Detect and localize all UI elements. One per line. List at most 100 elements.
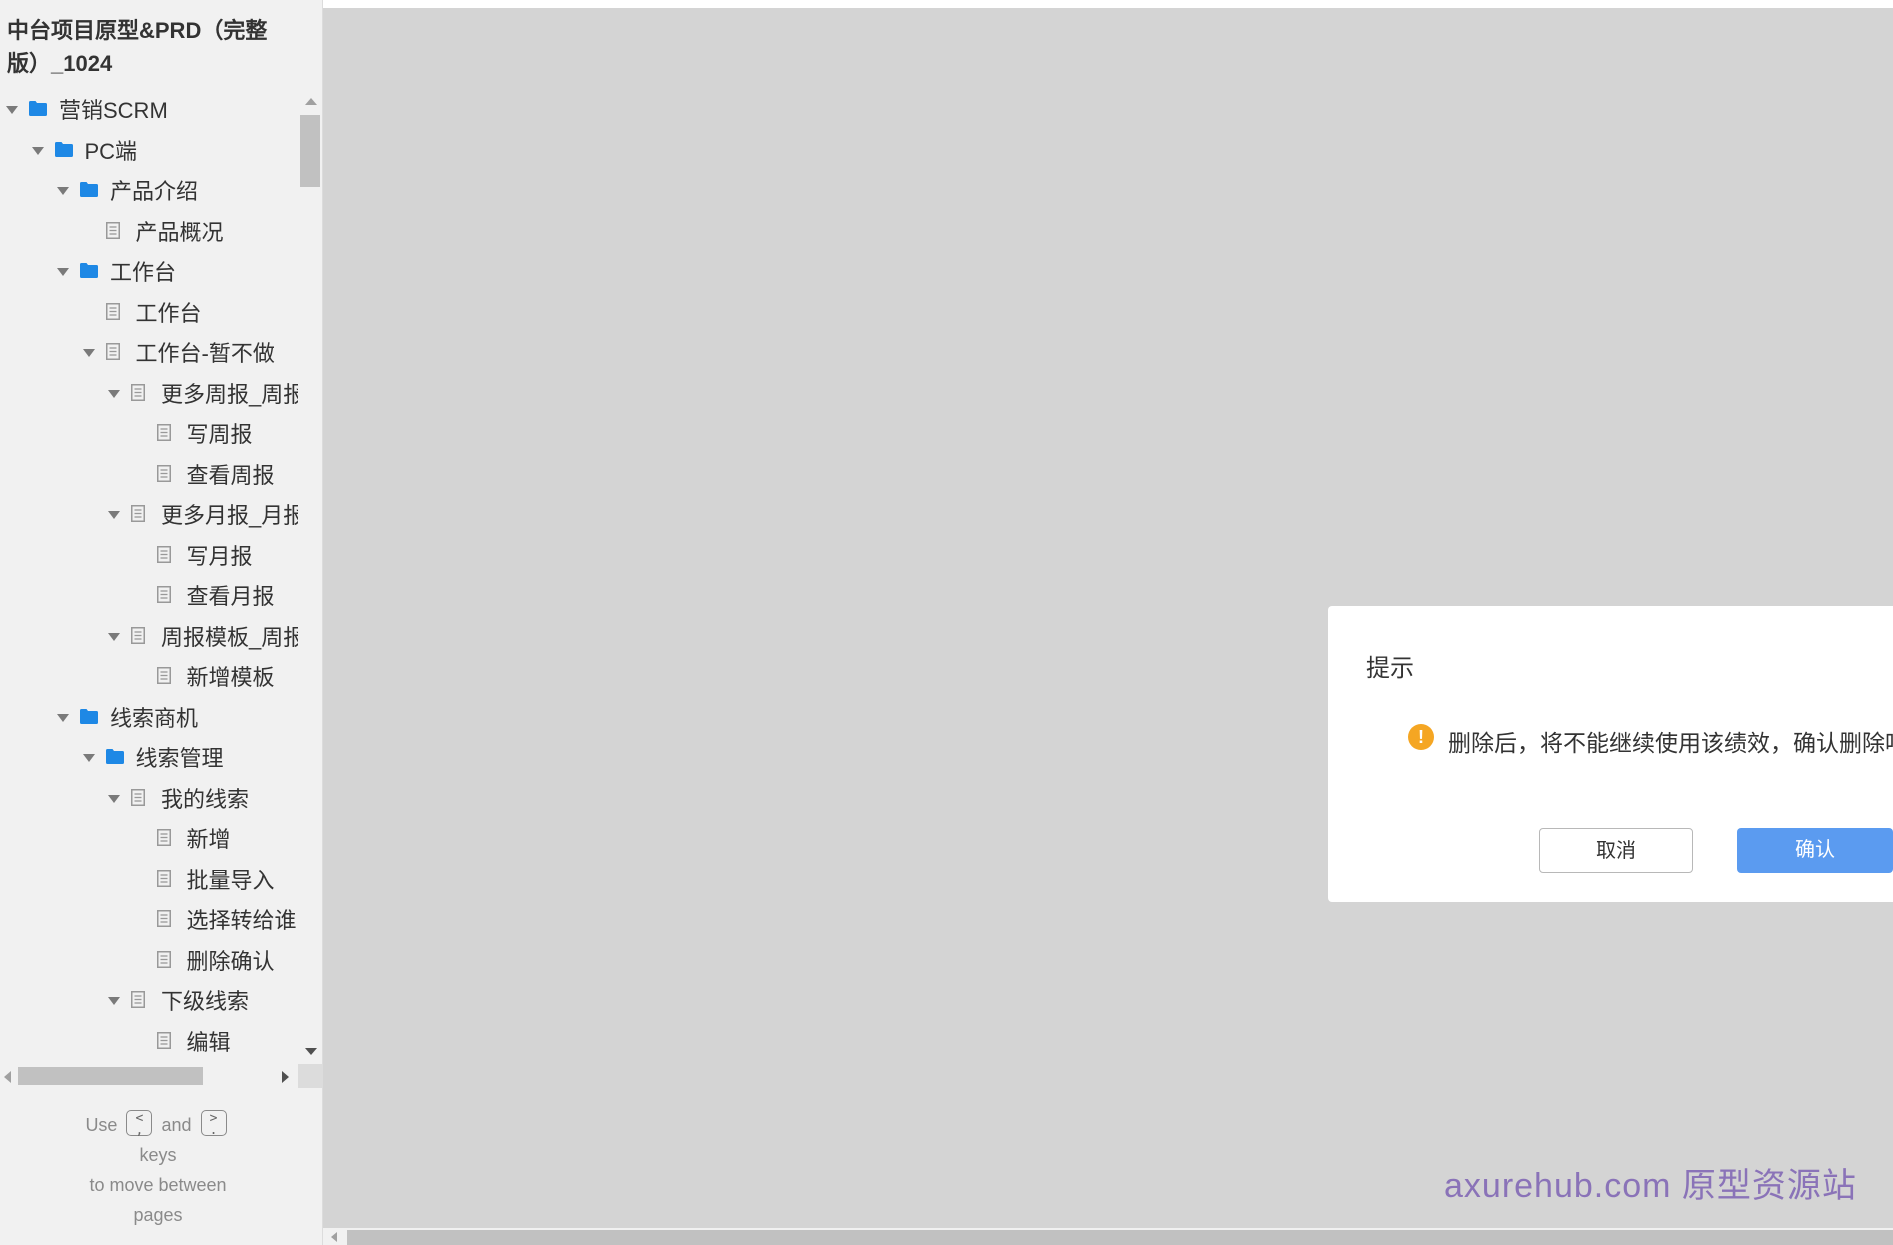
scroll-right-arrow-icon[interactable]	[282, 1071, 289, 1083]
expand-arrow-icon[interactable]	[108, 390, 120, 398]
tree-horizontal-scrollbar[interactable]	[0, 1064, 322, 1088]
sitemap-tree-item[interactable]: 查看周报	[0, 455, 298, 495]
folder-icon	[29, 101, 47, 116]
prev-key-icon: <,	[126, 1110, 153, 1137]
scroll-left-arrow-icon[interactable]	[4, 1071, 11, 1083]
sitemap-tree-item[interactable]: 产品概况	[0, 212, 298, 252]
sitemap-tree-item[interactable]: 工作台-暂不做	[0, 333, 298, 373]
hint-use-text: Use	[85, 1115, 118, 1135]
sitemap-item-label: 工作台-暂不做	[135, 341, 275, 366]
sitemap-tree-item[interactable]: 更多周报_周报	[0, 374, 298, 414]
expand-arrow-icon[interactable]	[57, 187, 69, 195]
sitemap-item-label: 新增模板	[186, 665, 275, 690]
hint-move-text: to move between	[89, 1175, 227, 1195]
expand-arrow-icon[interactable]	[82, 754, 95, 762]
folder-icon	[80, 182, 98, 197]
sitemap-tree-item[interactable]: 线索管理	[0, 738, 298, 778]
sitemap-tree-item[interactable]: 批量导入	[0, 860, 298, 900]
sitemap-tree-item[interactable]: 产品介绍	[0, 171, 298, 211]
sitemap-item-label: 新增	[186, 827, 231, 852]
expand-arrow-icon[interactable]	[57, 714, 69, 722]
watermark: axurehub.com 原型资源站	[1444, 1167, 1857, 1205]
page-icon	[156, 951, 171, 968]
tree-vertical-scrollbar[interactable]	[298, 90, 322, 1056]
sitemap-item-label: 删除确认	[186, 949, 275, 974]
sitemap-tree-item[interactable]: 新增	[0, 819, 298, 859]
sitemap-item-label: 更多周报_周报	[161, 382, 298, 407]
main-horizontal-scroll-thumb[interactable]	[347, 1230, 1893, 1245]
sitemap-tree-item[interactable]: 编辑	[0, 1022, 298, 1060]
sitemap-tree-item[interactable]: 工作台	[0, 252, 298, 292]
sitemap-tree-item[interactable]: 营销SCRM	[0, 90, 298, 130]
sitemap-tree-item[interactable]: 写周报	[0, 414, 298, 454]
sitemap-item-label: 营销SCRM	[59, 98, 168, 123]
folder-icon	[80, 709, 98, 724]
sitemap-tree: 营销SCRM PC端产品介绍产品概况工作台 工作台工作台-暂不做更多周报_周报写周报…	[0, 90, 298, 1060]
sitemap-item-label: 选择转给谁	[186, 908, 297, 933]
cancel-button[interactable]: 取消	[1539, 828, 1693, 873]
page-icon	[156, 667, 171, 684]
sitemap-item-label: 下级线索	[161, 989, 250, 1014]
page-icon	[105, 303, 120, 320]
sitemap-sidebar: 中台项目原型&PRD（完整版）_1024 营销SCRM PC端产品介绍产品概况工作…	[0, 0, 323, 1245]
page-icon	[131, 627, 145, 644]
sitemap-tree-item[interactable]: 工作台	[0, 293, 298, 333]
hint-pages-text: pages	[133, 1205, 183, 1225]
sitemap-tree-item[interactable]: 查看月报	[0, 576, 298, 616]
confirm-dialog: 提示 ! 删除后，将不能继续使用该绩效，确认删除吗？ 取消 确认	[1328, 606, 1893, 902]
sitemap-item-label: 周报模板_周报	[161, 625, 298, 650]
sitemap-item-label: 我的线索	[161, 787, 250, 812]
confirm-button[interactable]: 确认	[1737, 828, 1893, 873]
sitemap-tree-item[interactable]: 删除确认	[0, 941, 298, 981]
horizontal-scroll-thumb[interactable]	[18, 1067, 203, 1085]
sitemap-item-label: PC端	[84, 139, 138, 164]
sitemap-tree-item[interactable]: 选择转给谁	[0, 900, 298, 940]
main-top-strip	[323, 0, 1893, 8]
expand-arrow-icon[interactable]	[108, 997, 120, 1005]
expand-arrow-icon[interactable]	[82, 349, 95, 357]
sitemap-tree-item[interactable]: 写月报	[0, 536, 298, 576]
sitemap-item-label: 线索商机	[110, 706, 199, 731]
next-key-icon: >.	[200, 1110, 227, 1137]
folder-icon	[105, 749, 124, 764]
hint-and-text: and	[161, 1115, 192, 1135]
page-icon	[156, 546, 171, 563]
sitemap-tree-item[interactable]: 更多月报_月报	[0, 495, 298, 535]
page-icon	[156, 424, 171, 441]
folder-icon	[80, 263, 98, 278]
expand-arrow-icon[interactable]	[6, 106, 18, 114]
sitemap-item-label: 写周报	[186, 422, 253, 447]
sitemap-item-label: 产品概况	[135, 220, 224, 245]
expand-arrow-icon[interactable]	[108, 511, 120, 519]
page-icon	[131, 789, 145, 806]
project-title: 中台项目原型&PRD（完整版）_1024	[7, 18, 268, 76]
expand-arrow-icon[interactable]	[108, 795, 120, 803]
scroll-up-arrow-icon[interactable]	[305, 98, 317, 105]
page-icon	[131, 505, 145, 522]
sitemap-item-label: 查看周报	[186, 463, 275, 488]
dialog-message: 删除后，将不能继续使用该绩效，确认删除吗？	[1448, 730, 1893, 756]
expand-arrow-icon[interactable]	[31, 147, 44, 155]
page-icon	[105, 343, 120, 360]
sitemap-tree-item[interactable]: 我的线索	[0, 779, 298, 819]
sitemap-tree-item[interactable]: 周报模板_周报	[0, 617, 298, 657]
sitemap-tree-item[interactable]: 下级线索	[0, 981, 298, 1021]
expand-arrow-icon[interactable]	[57, 268, 69, 276]
expand-arrow-icon[interactable]	[108, 633, 120, 641]
hint-keys-text: keys	[139, 1145, 177, 1165]
keyboard-navigation-hint: Use <, and >. keys to move between pages	[40, 1110, 276, 1230]
sitemap-tree-item[interactable]: 新增模板	[0, 657, 298, 697]
page-icon	[156, 870, 171, 887]
page-icon	[156, 1032, 171, 1049]
scroll-left-arrow-icon[interactable]	[331, 1232, 337, 1242]
page-icon	[156, 586, 171, 603]
vertical-scroll-thumb[interactable]	[300, 115, 320, 187]
sitemap-item-label: 产品介绍	[110, 179, 199, 204]
sitemap-tree-item[interactable]: PC端	[0, 131, 298, 171]
sitemap-item-label: 更多月报_月报	[161, 503, 298, 528]
scroll-down-arrow-icon[interactable]	[305, 1048, 317, 1055]
sitemap-tree-item[interactable]: 线索商机	[0, 698, 298, 738]
sitemap-item-label: 写月报	[186, 544, 253, 569]
main-horizontal-scrollbar[interactable]	[323, 1228, 1893, 1245]
page-icon	[131, 991, 145, 1008]
